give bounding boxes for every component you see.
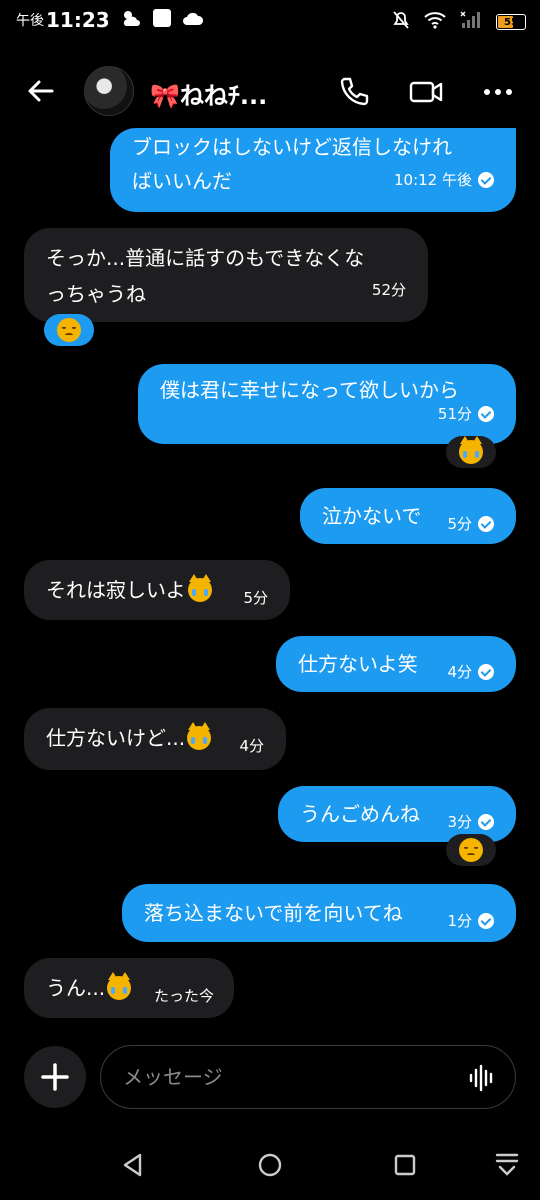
weather-icon	[120, 8, 142, 32]
message-text: っちゃうね	[46, 282, 146, 306]
battery-icon: 55	[496, 14, 526, 30]
message-text: そっか...普通に話すのもできなくな	[46, 246, 365, 270]
nav-back-icon[interactable]	[116, 1148, 150, 1182]
message-text: 僕は君に幸せになって欲しいから	[160, 378, 459, 402]
message-text: それは寂しいよ	[46, 578, 186, 602]
message-time: 10:12 午後	[394, 171, 472, 189]
mute-bell-icon	[392, 10, 410, 34]
message-text: ブロックはしないけど返信しなけれ	[132, 135, 452, 159]
crying-cat-face-icon	[187, 574, 212, 602]
message-time: 51分	[437, 405, 472, 423]
message-text: 泣かないで	[322, 504, 422, 528]
message-time: 4分	[239, 737, 264, 755]
add-attachment-button[interactable]	[24, 1046, 86, 1108]
message-input-container	[100, 1045, 516, 1109]
reaction-disappointed-face-icon[interactable]	[446, 834, 496, 866]
message-bubble-received[interactable]: 仕方ないけど... 4分	[24, 708, 286, 770]
status-ampm: 午後	[16, 13, 44, 29]
read-check-icon	[478, 664, 494, 680]
phone-icon[interactable]	[336, 74, 372, 110]
read-check-icon	[478, 516, 494, 532]
read-check-icon	[478, 406, 494, 422]
message-bubble-received[interactable]: それは寂しいよ 5分	[24, 560, 290, 620]
app-notification-icon	[152, 8, 172, 32]
video-camera-icon[interactable]	[408, 74, 444, 110]
disappointed-face-icon	[459, 838, 483, 862]
message-text: うんごめんね	[300, 802, 420, 826]
contact-name[interactable]: 🎀ねねﾁ...	[150, 76, 267, 111]
reaction-crying-cat-icon[interactable]	[446, 436, 496, 468]
message-bubble-sent[interactable]: ブロックはしないけど返信しなけれ ばいいんだ 10:12 午後	[110, 128, 516, 212]
message-text: 仕方ないよ笑	[298, 652, 418, 676]
crying-cat-face-icon	[107, 972, 132, 1000]
message-bubble-received[interactable]: そっか...普通に話すのもできなくな っちゃうね 52分	[24, 228, 428, 322]
message-bubble-sent[interactable]: 仕方ないよ笑 4分	[276, 636, 516, 692]
message-input[interactable]	[123, 1046, 453, 1108]
nav-notification-pull-icon[interactable]	[490, 1148, 524, 1182]
crying-cat-face-icon	[459, 436, 483, 464]
voice-waveform-icon[interactable]	[469, 1064, 495, 1096]
message-text: 仕方ないけど...	[46, 726, 186, 750]
plus-icon	[41, 1063, 69, 1091]
message-text: うん...	[46, 976, 106, 1000]
message-time: 52分	[371, 281, 406, 299]
status-bar: 午後 11:23 55	[0, 0, 540, 44]
chat-header: 🎀ねねﾁ...	[0, 60, 540, 122]
read-check-icon	[478, 172, 494, 188]
back-arrow-icon[interactable]	[24, 74, 58, 108]
message-bubble-sent[interactable]: 僕は君に幸せになって欲しいから 51分	[138, 364, 516, 444]
crying-cat-face-icon	[187, 722, 212, 750]
read-check-icon	[478, 913, 494, 929]
read-check-icon	[478, 814, 494, 830]
message-bubble-sent[interactable]: 泣かないで 5分	[300, 488, 516, 544]
message-time: 5分	[447, 515, 472, 533]
nav-recents-icon[interactable]	[388, 1148, 422, 1182]
message-time: 5分	[243, 589, 268, 607]
message-time: たった今	[153, 987, 214, 1005]
message-time: 1分	[447, 912, 472, 930]
avatar[interactable]	[84, 66, 134, 116]
system-nav-bar	[0, 1130, 540, 1200]
wifi-icon	[424, 11, 446, 33]
message-bubble-sent[interactable]: 落ち込まないで前を向いてね 1分	[122, 884, 516, 942]
battery-level: 55	[504, 16, 518, 28]
signal-icon	[460, 11, 482, 33]
message-bubble-received[interactable]: うん... たった今	[24, 958, 234, 1018]
status-time: 11:23	[46, 8, 110, 32]
cloud-icon	[182, 10, 204, 30]
reaction-disappointed-face-icon[interactable]	[44, 314, 94, 346]
message-time: 4分	[447, 663, 472, 681]
more-horizontal-icon[interactable]	[480, 74, 516, 110]
disappointed-face-icon	[57, 318, 81, 342]
message-text: 落ち込まないで前を向いてね	[144, 901, 403, 925]
nav-home-icon[interactable]	[253, 1148, 287, 1182]
